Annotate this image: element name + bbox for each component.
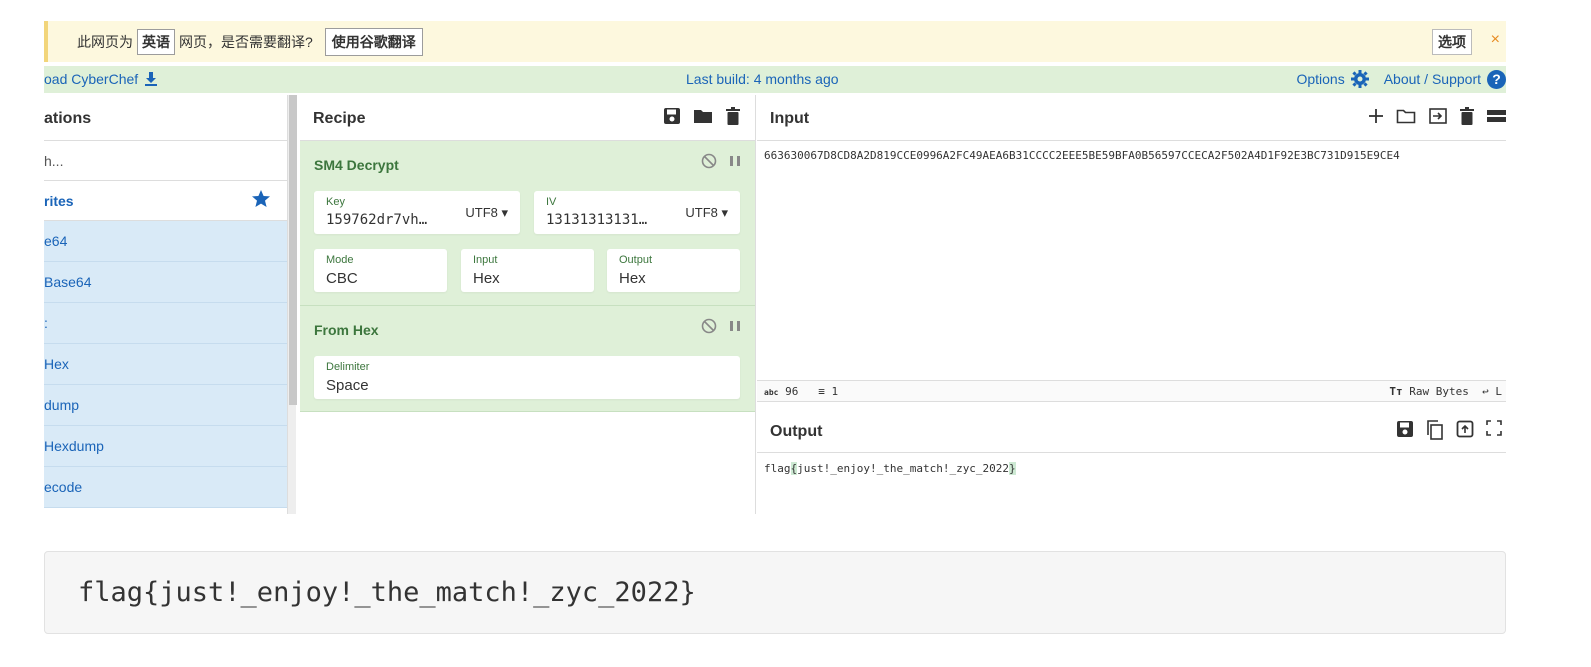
pause-icon[interactable]: [729, 319, 741, 333]
operations-pane: ations h... rites e64 Base64 : Hex dump …: [44, 95, 287, 514]
star-icon: [252, 190, 270, 207]
font-icon: Tт: [1389, 385, 1403, 398]
operation-item[interactable]: Hex: [44, 344, 287, 385]
delimiter-field[interactable]: Delimiter Space: [314, 356, 740, 399]
layout-icon[interactable]: [1486, 107, 1506, 125]
translate-language-button[interactable]: 英语: [137, 28, 175, 55]
iv-value: 13131313131…: [546, 212, 648, 228]
result-code-block: flag{just!_enjoy!_the_match!_zyc_2022}: [44, 551, 1506, 634]
mode-field[interactable]: Mode CBC: [314, 249, 447, 292]
top-banner: oad CyberChef Last build: 4 months ago O…: [44, 66, 1506, 93]
output-format-field[interactable]: Output Hex: [607, 249, 740, 292]
length-icon: abc: [764, 388, 779, 397]
input-status-bar: abc 96 ≡ 1 Tт Raw Bytes ↩ L: [757, 380, 1506, 402]
translate-bar: 此网页为 英语 网页，是否需要翻译? 使用谷歌翻译 选项 ×: [44, 21, 1506, 62]
key-label: Key: [326, 196, 345, 208]
eol-label[interactable]: L: [1495, 385, 1502, 398]
maximise-icon[interactable]: [1486, 420, 1502, 436]
operations-search-input[interactable]: h...: [44, 141, 287, 181]
save-icon[interactable]: [663, 107, 681, 125]
recipe-title: Recipe: [313, 110, 366, 127]
delimiter-label: Delimiter: [326, 361, 370, 373]
replace-input-icon[interactable]: [1456, 420, 1474, 438]
translate-options-button[interactable]: 选项: [1432, 29, 1472, 55]
add-tab-icon[interactable]: [1368, 107, 1384, 125]
operation-name: From Hex: [314, 322, 379, 338]
output-title: Output: [770, 423, 823, 440]
output-format-label: Output: [619, 254, 653, 266]
open-file-icon[interactable]: [1428, 107, 1448, 125]
output-prefix: flag: [764, 462, 791, 475]
translate-message-prefix: 此网页为: [77, 33, 133, 50]
about-support-link[interactable]: About / Support: [1384, 71, 1481, 87]
help-icon[interactable]: ?: [1487, 69, 1506, 89]
output-body: just!_enjoy!_the_match!_zyc_2022: [797, 462, 1010, 475]
mode-label: Mode: [326, 254, 354, 266]
clear-input-icon[interactable]: [1460, 107, 1474, 125]
copy-icon[interactable]: [1426, 420, 1444, 440]
input-lines: 1: [831, 385, 839, 398]
result-text: flag{just!_enjoy!_the_match!_zyc_2022}: [78, 577, 696, 608]
input-title: Input: [770, 110, 810, 127]
operation-item[interactable]: Hexdump: [44, 426, 287, 467]
trash-icon[interactable]: [725, 107, 741, 125]
recipe-operation-sm4-decrypt[interactable]: SM4 Decrypt Key 159762dr7vh… UTF8 ▾ IV 1…: [300, 141, 755, 306]
operations-scrollbar[interactable]: [287, 95, 297, 514]
mode-value: CBC: [326, 270, 358, 287]
key-encoding-dropdown[interactable]: UTF8 ▾: [465, 205, 508, 221]
disable-icon[interactable]: [701, 153, 717, 169]
raw-bytes-toggle[interactable]: Raw Bytes: [1409, 385, 1469, 398]
operation-item[interactable]: dump: [44, 385, 287, 426]
download-link[interactable]: oad CyberChef: [44, 71, 158, 87]
translate-message-suffix: 网页，是否需要翻译?: [179, 33, 313, 50]
operations-title: ations: [44, 95, 287, 141]
io-pane: Input 663630067D8CD8A2D819CCE0996A2FC49A…: [757, 95, 1506, 514]
lines-icon: ≡: [818, 385, 825, 398]
input-format-value: Hex: [473, 270, 500, 287]
iv-field[interactable]: IV 13131313131… UTF8 ▾: [534, 191, 740, 234]
favourites-label: rites: [44, 193, 74, 209]
key-field[interactable]: Key 159762dr7vh… UTF8 ▾: [314, 191, 520, 234]
key-value: 159762dr7vh…: [326, 212, 428, 228]
recipe-header: Recipe: [300, 95, 755, 141]
last-build: Last build: 4 months ago: [686, 71, 839, 87]
operation-name: SM4 Decrypt: [314, 157, 399, 173]
download-icon: [145, 72, 158, 86]
output-close-brace: }: [1009, 462, 1016, 475]
options-link[interactable]: Options: [1296, 71, 1344, 87]
input-length: 96: [785, 385, 799, 398]
translate-button[interactable]: 使用谷歌翻译: [324, 27, 423, 56]
recipe-pane: Recipe SM4 Decrypt Key 159762dr7vh… UTF8…: [300, 95, 756, 514]
input-header: Input: [757, 95, 1506, 141]
disable-icon[interactable]: [701, 318, 717, 334]
operation-item[interactable]: e64: [44, 221, 287, 262]
pause-icon[interactable]: [729, 154, 741, 168]
output-format-value: Hex: [619, 270, 646, 287]
operation-item[interactable]: ecode: [44, 467, 287, 508]
operation-item[interactable]: Base64: [44, 262, 287, 303]
download-label: oad CyberChef: [44, 71, 139, 87]
save-output-icon[interactable]: [1396, 420, 1414, 438]
folder-icon[interactable]: [693, 107, 713, 125]
input-textarea[interactable]: 663630067D8CD8A2D819CCE0996A2FC49AEA6B31…: [764, 149, 1400, 162]
input-format-field[interactable]: Input Hex: [461, 249, 594, 292]
open-folder-icon[interactable]: [1396, 107, 1416, 125]
delimiter-value: Space: [326, 377, 369, 394]
operation-item[interactable]: :: [44, 303, 287, 344]
favourites-category[interactable]: rites: [44, 181, 287, 221]
output-text[interactable]: flag{just!_enjoy!_the_match!_zyc_2022}: [764, 462, 1016, 475]
eol-icon: ↩: [1482, 385, 1489, 398]
iv-label: IV: [546, 196, 557, 208]
translate-close-icon[interactable]: ×: [1491, 31, 1500, 49]
gear-icon[interactable]: [1350, 69, 1370, 89]
input-format-label: Input: [473, 254, 498, 266]
output-header: Output: [757, 407, 1506, 453]
recipe-operation-from-hex[interactable]: From Hex Delimiter Space: [300, 306, 755, 412]
iv-encoding-dropdown[interactable]: UTF8 ▾: [685, 205, 728, 221]
